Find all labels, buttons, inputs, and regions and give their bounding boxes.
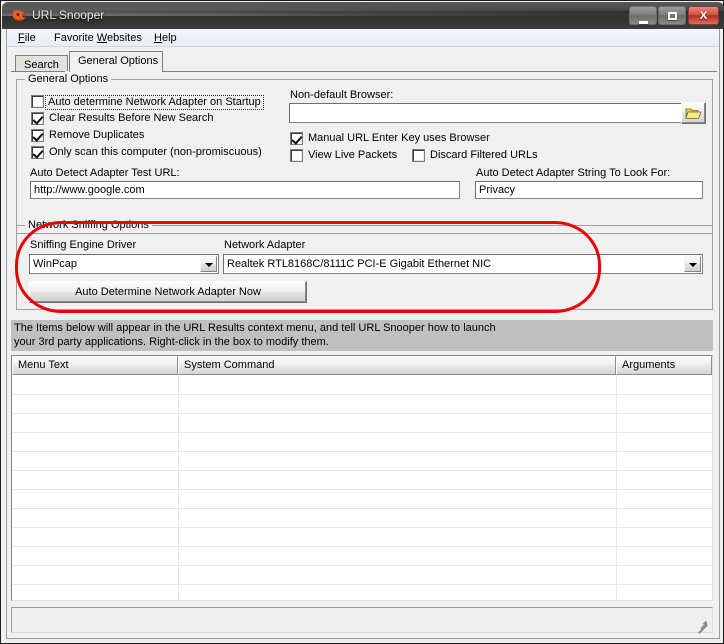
checkbox-label-remove-duplicates[interactable]: Remove Duplicates: [49, 129, 144, 142]
application-window: URL Snooper X File Favorite Websites Hel…: [0, 0, 724, 644]
menu-bar: File Favorite Websites Help: [7, 29, 719, 47]
grid-row-separator: [12, 394, 712, 395]
grid-column-separator: [616, 375, 617, 600]
sniffing-engine-driver-combobox[interactable]: WinPcap: [29, 254, 219, 274]
grid-column-arguments[interactable]: Arguments: [616, 356, 712, 375]
non-default-browser-label: Non-default Browser:: [290, 89, 394, 101]
fox-head-icon: [10, 7, 27, 24]
menu-file[interactable]: File: [13, 31, 41, 45]
grid-row-separator: [12, 565, 712, 566]
grid-row-separator: [12, 470, 712, 471]
close-icon: X: [699, 9, 708, 22]
resize-grip[interactable]: [696, 617, 710, 634]
maximize-icon: [659, 7, 685, 24]
checkbox-label-auto-determine-adapter-startup[interactable]: Auto determine Network Adapter on Startu…: [45, 95, 264, 110]
network-adapter-combobox[interactable]: Realtek RTL8168C/8111C PCI-E Gigabit Eth…: [223, 254, 703, 274]
chevron-down-icon[interactable]: [684, 256, 701, 272]
checkbox-only-scan-this-computer[interactable]: [31, 146, 44, 159]
browse-browser-button[interactable]: [681, 102, 706, 124]
grid-row-separator: [12, 432, 712, 433]
grid-row-separator: [12, 489, 712, 490]
checkbox-clear-results-before-new-search[interactable]: [31, 112, 44, 125]
info-line-2: your 3rd party applications. Right-click…: [14, 336, 329, 348]
grid-column-menu-text[interactable]: Menu Text: [12, 356, 178, 375]
grid-column-system-command[interactable]: System Command: [178, 356, 616, 375]
checkbox-label-view-live-packets[interactable]: View Live Packets: [308, 149, 397, 162]
minimize-icon: [630, 7, 656, 27]
grid-row-separator: [12, 527, 712, 528]
checkbox-view-live-packets[interactable]: [290, 149, 303, 162]
auto-detect-test-url-input[interactable]: http://www.google.com: [30, 181, 460, 199]
checkbox-remove-duplicates[interactable]: [31, 129, 44, 142]
network-adapter-label: Network Adapter: [224, 239, 306, 251]
open-folder-icon: [685, 108, 702, 119]
grid-row-separator: [12, 508, 712, 509]
tab-strip: Search General Options: [11, 51, 717, 72]
network-sniffing-group-title: Network Sniffing Options: [25, 219, 152, 231]
chevron-down-icon[interactable]: [200, 256, 217, 272]
grid-row-separator: [12, 546, 712, 547]
menu-help[interactable]: Help: [149, 31, 182, 45]
auto-detect-adapter-string-label: Auto Detect Adapter String To Look For:: [476, 167, 671, 179]
titlebar-sheen: [2, 2, 724, 16]
checkbox-manual-url-enter-key-uses-browser[interactable]: [290, 132, 303, 145]
checkbox-label-manual-url-enter-key-uses-browser[interactable]: Manual URL Enter Key uses Browser: [308, 132, 490, 145]
status-bar: [11, 607, 713, 634]
auto-detect-test-url-label: Auto Detect Adapter Test URL:: [30, 167, 180, 179]
window-title: URL Snooper: [32, 8, 105, 22]
grid-row-separator: [12, 413, 712, 414]
network-adapter-value: Realtek RTL8168C/8111C PCI-E Gigabit Eth…: [227, 258, 492, 270]
grid-column-separator: [178, 375, 179, 600]
grid-row-separator: [12, 451, 712, 452]
sniffing-engine-driver-value: WinPcap: [33, 258, 78, 270]
context-menu-info-panel: The Items below will appear in the URL R…: [11, 320, 713, 351]
sniffing-engine-driver-label: Sniffing Engine Driver: [30, 239, 137, 251]
checkbox-label-clear-results-before-new-search[interactable]: Clear Results Before New Search: [49, 112, 213, 125]
title-bar: URL Snooper X: [2, 2, 724, 29]
maximize-button[interactable]: [658, 6, 686, 25]
minimize-button[interactable]: [629, 6, 657, 25]
context-menu-items-grid[interactable]: Menu Text System Command Arguments: [11, 355, 713, 601]
non-default-browser-input[interactable]: [289, 103, 682, 123]
info-line-1: The Items below will appear in the URL R…: [14, 322, 496, 334]
checkbox-discard-filtered-urls[interactable]: [412, 149, 425, 162]
checkbox-auto-determine-adapter-startup[interactable]: [31, 95, 44, 108]
grid-header-row: Menu Text System Command Arguments: [12, 356, 712, 375]
general-options-group-title: General Options: [25, 73, 112, 85]
checkbox-label-discard-filtered-urls[interactable]: Discard Filtered URLs: [430, 149, 538, 162]
tab-search[interactable]: Search: [15, 55, 68, 72]
auto-detect-adapter-string-input[interactable]: Privacy: [475, 181, 703, 199]
menu-favorite-websites[interactable]: Favorite Websites: [49, 31, 147, 45]
auto-determine-network-adapter-button[interactable]: Auto Determine Network Adapter Now: [29, 281, 307, 303]
client-area: File Favorite Websites Help Search Gener…: [6, 29, 720, 639]
tab-general-options[interactable]: General Options: [69, 51, 163, 72]
close-button[interactable]: X: [688, 6, 719, 25]
checkbox-label-only-scan-this-computer[interactable]: Only scan this computer (non-promiscuous…: [49, 146, 262, 159]
grid-row-separator: [12, 584, 712, 585]
